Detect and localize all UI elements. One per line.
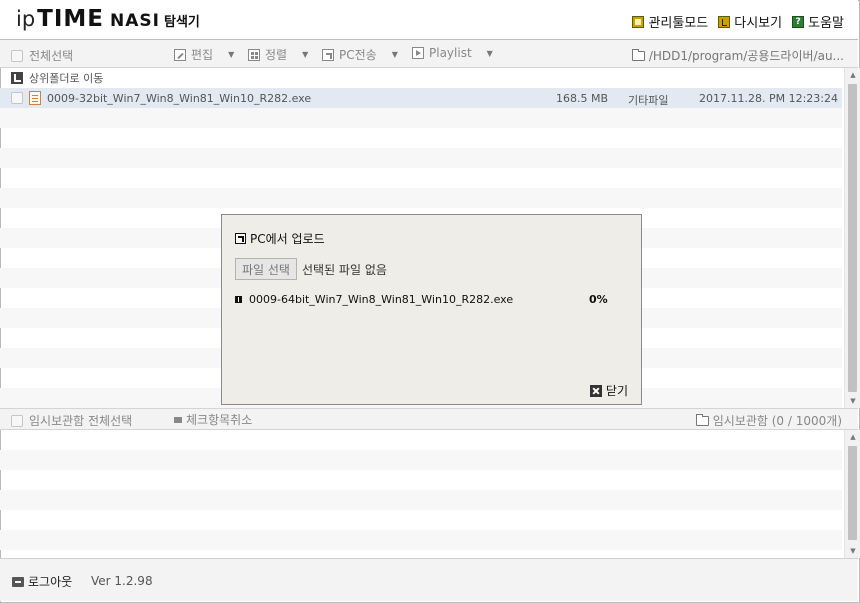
pc-transfer-menu-button[interactable]: PC전송 ▼: [322, 46, 398, 63]
uncheck-items-button[interactable]: 체크항목취소: [174, 411, 252, 428]
logout-icon: [12, 576, 24, 587]
empty-row: [0, 128, 842, 148]
empty-row: [0, 490, 842, 510]
edit-label: 편집: [191, 48, 214, 62]
temp-box-status: 임시보관함 (0 / 1000개): [695, 412, 842, 429]
admin-tool-mode-label: 관리툴모드: [648, 16, 709, 31]
pc-transfer-caret-icon: ▼: [391, 50, 398, 59]
edit-menu-button[interactable]: 편집 ▼: [174, 46, 234, 63]
help-button[interactable]: ? 도움말: [792, 12, 844, 31]
file-icon: [29, 91, 41, 105]
empty-row: [0, 108, 842, 128]
file-size: 168.5 MB: [556, 92, 609, 105]
temp-select-all[interactable]: 임시보관함 전체선택: [11, 412, 132, 429]
temp-box-bar: 임시보관함 전체선택 체크항목취소 임시보관함 (0 / 1000개): [0, 408, 858, 430]
select-all[interactable]: 전체선택: [11, 47, 73, 64]
temp-box-list: [0, 430, 842, 558]
upload-arrow-icon: [235, 233, 246, 244]
file-date: 2017.11.28. PM 12:23:24: [699, 92, 838, 105]
logo-ip: ip: [16, 7, 36, 31]
file-name: 0009-32bit_Win7_Win8_Win81_Win10_R282.ex…: [47, 91, 312, 105]
admin-tool-mode-button[interactable]: 관리툴모드: [632, 12, 708, 31]
choose-file-button[interactable]: 파일 선택: [235, 258, 297, 280]
help-icon: ?: [792, 15, 805, 28]
empty-row: [0, 530, 842, 550]
upload-progress-percent: 0%: [589, 293, 608, 306]
select-all-checkbox[interactable]: [11, 49, 23, 62]
sort-label: 정렬: [265, 48, 288, 62]
empty-row: [0, 510, 842, 530]
reload-label: 다시보기: [734, 16, 783, 31]
close-icon: [589, 384, 602, 397]
file-list-scroll-thumb[interactable]: [848, 84, 857, 392]
help-label: 도움말: [808, 16, 844, 31]
logo-explorer: 탐색기: [163, 15, 200, 30]
temp-scroll-down-icon[interactable]: ▼: [845, 544, 860, 558]
header: ip TIME NASI 탐색기 관리툴모드 다시보기 ? 도움말: [0, 0, 858, 40]
upload-item-icon: [235, 296, 242, 303]
logo-time: TIME: [37, 6, 105, 32]
empty-row: [0, 188, 842, 208]
current-path: /HDD1/program/공용드라이버/au...: [631, 47, 844, 64]
pc-transfer-label: PC전송: [339, 48, 377, 62]
temp-box-label: 임시보관함 (0 / 1000개): [712, 414, 842, 428]
temp-list-scrollbar[interactable]: ▲ ▼: [844, 430, 860, 558]
upload-dialog-title: PC에서 업로드: [235, 230, 325, 247]
scroll-down-icon[interactable]: ▼: [845, 394, 860, 408]
logo-nas: NASI: [110, 11, 160, 31]
reload-button[interactable]: 다시보기: [718, 12, 782, 31]
temp-list-scroll-thumb[interactable]: [848, 446, 857, 540]
logout-label: 로그아웃: [28, 575, 73, 589]
playlist-menu-button[interactable]: Playlist ▼: [412, 46, 493, 60]
playlist-icon: [412, 47, 424, 59]
minus-icon: [174, 416, 182, 423]
empty-row: [0, 148, 842, 168]
close-label: 닫기: [605, 384, 628, 398]
scroll-up-icon[interactable]: ▲: [845, 68, 860, 82]
playlist-caret-icon: ▼: [486, 48, 493, 58]
file-type: 기타파일: [628, 94, 669, 107]
sort-menu-button[interactable]: 정렬 ▼: [248, 46, 308, 63]
toolbar: 전체선택 편집 ▼ 정렬 ▼ PC전송 ▼ Playlist ▼ /HDD1/p…: [0, 40, 858, 68]
empty-row: [0, 470, 842, 490]
upload-item: 0009-64bit_Win7_Win8_Win81_Win10_R282.ex…: [235, 293, 630, 306]
header-nav: 관리툴모드 다시보기 ? 도움말: [632, 12, 844, 31]
edit-icon: [174, 48, 186, 61]
pc-transfer-icon: [322, 48, 334, 61]
upload-dialog-title-text: PC에서 업로드: [250, 232, 325, 246]
reload-icon: [718, 15, 731, 28]
up-folder-label: 상위폴더로 이동: [29, 72, 104, 85]
no-file-selected-text: 선택된 파일 없음: [301, 262, 387, 277]
up-folder-icon: [11, 72, 23, 84]
up-folder-row[interactable]: 상위폴더로 이동: [0, 68, 842, 88]
file-list-scrollbar[interactable]: ▲ ▼: [844, 68, 860, 408]
upload-item-name: 0009-64bit_Win7_Win8_Win81_Win10_R282.ex…: [249, 293, 514, 306]
logout-button[interactable]: 로그아웃: [12, 573, 72, 590]
select-all-label: 전체선택: [29, 49, 74, 63]
close-dialog-button[interactable]: 닫기: [589, 382, 628, 399]
file-picker: 파일 선택 선택된 파일 없음: [235, 258, 387, 280]
empty-row: [0, 430, 842, 450]
upload-dialog: PC에서 업로드 파일 선택 선택된 파일 없음 0009-64bit_Win7…: [221, 214, 642, 405]
sort-caret-icon: ▼: [302, 50, 309, 59]
iptime-logo: ip TIME NASI 탐색기: [16, 6, 200, 34]
sort-icon: [248, 48, 260, 61]
file-row[interactable]: 0009-32bit_Win7_Win8_Win81_Win10_R282.ex…: [0, 88, 842, 108]
uncheck-items-label: 체크항목취소: [186, 413, 253, 427]
empty-row: [0, 550, 842, 558]
temp-folder-icon: [695, 413, 709, 426]
temp-select-all-label: 임시보관함 전체선택: [29, 414, 133, 428]
temp-select-all-checkbox[interactable]: [11, 414, 23, 427]
path-text: /HDD1/program/공용드라이버/au...: [648, 49, 844, 63]
admin-tool-icon: [632, 15, 645, 28]
playlist-label: Playlist: [429, 46, 472, 60]
folder-icon: [631, 48, 645, 61]
edit-caret-icon: ▼: [228, 50, 235, 59]
empty-row: [0, 450, 842, 470]
version-text: Ver 1.2.98: [91, 574, 153, 588]
file-checkbox[interactable]: [11, 92, 23, 104]
temp-scroll-up-icon[interactable]: ▲: [845, 430, 860, 444]
footer: 로그아웃 Ver 1.2.98: [0, 558, 858, 601]
empty-row: [0, 168, 842, 188]
